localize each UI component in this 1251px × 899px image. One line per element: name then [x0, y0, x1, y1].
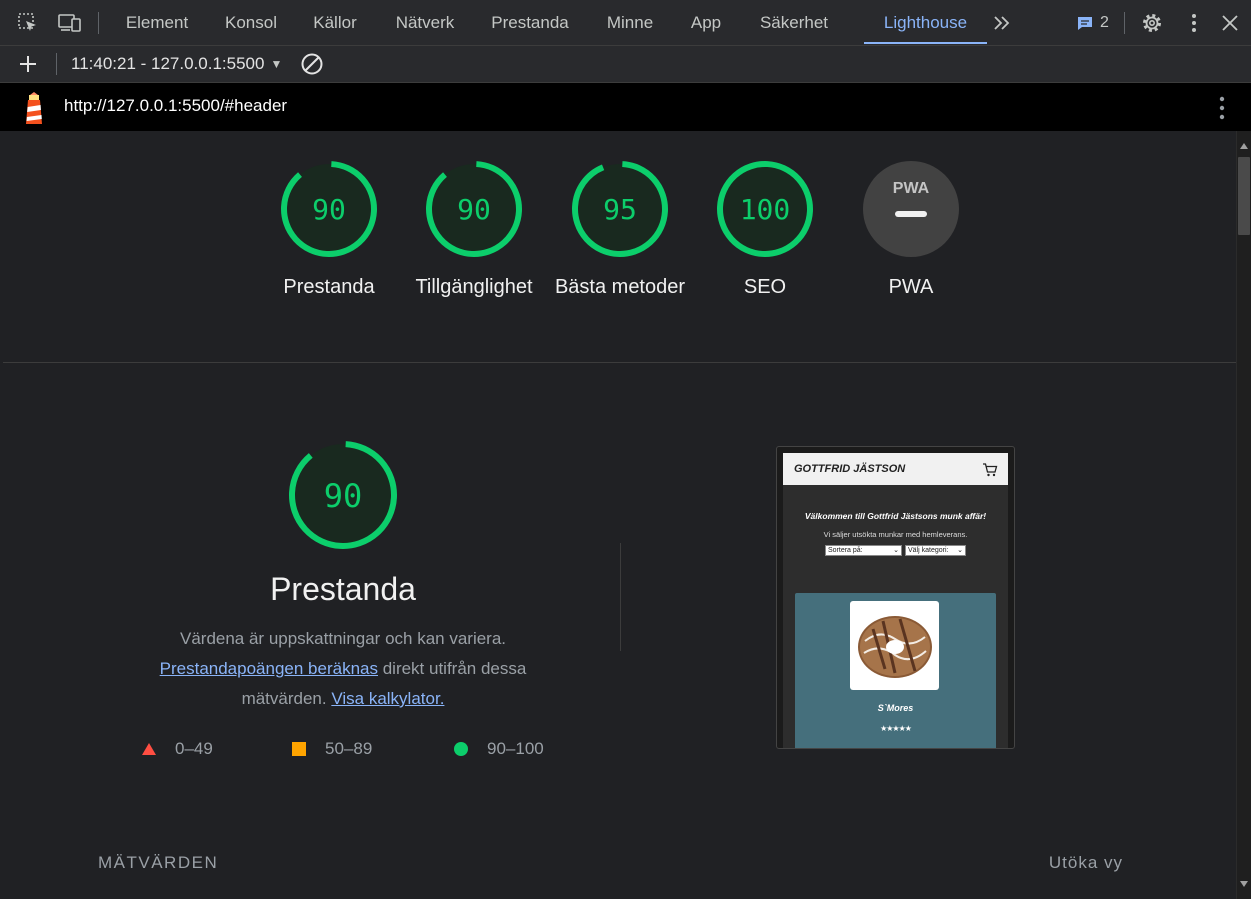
- tab-minne[interactable]: Minne: [593, 0, 667, 46]
- pwa-badge-text: PWA: [893, 180, 930, 197]
- clear-all-icon[interactable]: [300, 52, 324, 76]
- gauge-basta-metoder[interactable]: 95 Bästa metoder: [555, 160, 685, 302]
- screenshot-product-card: S`Mores ★★★★★: [795, 593, 996, 748]
- donut-picture: [857, 615, 932, 678]
- inspect-element-icon[interactable]: [16, 11, 40, 35]
- gauge-prestanda[interactable]: 90 Prestanda: [280, 160, 378, 302]
- device-toolbar-icon[interactable]: [58, 11, 82, 35]
- gauge-score: 90: [312, 193, 346, 226]
- issues-count: 2: [1100, 14, 1109, 31]
- score-ring: 90: [281, 161, 377, 257]
- new-report-plus-icon[interactable]: [16, 52, 40, 76]
- cart-icon: [983, 462, 998, 476]
- screenshot-sort-select: Sortera på: ⌄: [825, 545, 902, 556]
- legend-item-pass: 90–100: [453, 739, 544, 759]
- chevron-down-icon: ⌄: [957, 547, 963, 554]
- view-calculator-link[interactable]: Visa kalkylator.: [331, 689, 444, 708]
- scrollbar-thumb[interactable]: [1238, 157, 1250, 235]
- performance-gauge: 90: [288, 440, 398, 555]
- report-select[interactable]: 11:40:21 - 127.0.0.1:5500 ▼: [71, 54, 282, 74]
- tab-app[interactable]: App: [680, 0, 732, 46]
- legend-range: 50–89: [325, 739, 373, 758]
- square-icon: [292, 742, 306, 756]
- final-screenshot[interactable]: GOTTFRID JÄSTSON Välkommen till Gottfrid…: [776, 446, 1015, 749]
- screenshot-page: GOTTFRID JÄSTSON Välkommen till Gottfrid…: [783, 453, 1008, 748]
- gauge-pwa[interactable]: PWA PWA: [862, 160, 960, 302]
- close-icon[interactable]: [1218, 11, 1242, 35]
- gauge-tillganglighet[interactable]: 90 Tillgänglighet: [415, 160, 533, 302]
- scroll-up-icon[interactable]: [1240, 143, 1248, 149]
- more-options-icon[interactable]: [1182, 11, 1206, 35]
- report-toolbar: 11:40:21 - 127.0.0.1:5500 ▼: [0, 46, 1251, 83]
- pwa-badge-icon: PWA: [863, 161, 959, 257]
- toolbar-divider: [56, 53, 57, 75]
- settings-gear-icon[interactable]: [1140, 11, 1164, 35]
- report-menu-icon[interactable]: [1219, 96, 1225, 125]
- report-url-bar: http://127.0.0.1:5500/#header: [0, 83, 1251, 131]
- screenshot-subtitle: Vi säljer utsökta munkar med hemleverans…: [823, 530, 968, 539]
- chevron-down-icon: ▼: [270, 57, 283, 71]
- tab-element[interactable]: Element: [113, 0, 201, 46]
- gauge-label: SEO: [743, 276, 787, 298]
- gauge-score: 95: [603, 193, 637, 226]
- screenshot-product-stars: ★★★★★: [880, 724, 912, 733]
- tab-sakerhet[interactable]: Säkerhet: [746, 0, 842, 46]
- gauge-label: PWA: [888, 276, 934, 298]
- vertical-scrollbar[interactable]: [1236, 131, 1251, 899]
- more-tabs-icon[interactable]: [990, 11, 1014, 35]
- select-value: Sortera på:: [828, 547, 863, 554]
- report-url: http://127.0.0.1:5500/#header: [64, 96, 288, 115]
- score-ring: 100: [717, 161, 813, 257]
- message-icon: [1078, 17, 1092, 30]
- score-ring: 95: [572, 161, 668, 257]
- screenshot-category-select: Välj kategori: ⌄: [905, 545, 966, 556]
- score-ring: 90: [289, 440, 397, 549]
- section-divider: [3, 362, 1236, 363]
- screenshot-selects: Sortera på: ⌄ Välj kategori: ⌄: [783, 545, 1008, 556]
- legend-item-average: 50–89: [291, 739, 372, 759]
- toolbar-divider: [98, 12, 99, 34]
- screenshot-welcome: Välkommen till Gottfrid Jästsons munk af…: [804, 511, 987, 521]
- gauge-label: Prestanda: [283, 276, 375, 298]
- screenshot-header: GOTTFRID JÄSTSON: [783, 453, 1008, 485]
- triangle-icon: [142, 743, 156, 755]
- metrics-section-title: MÄTVÄRDEN: [98, 853, 219, 872]
- report-select-value: 11:40:21 - 127.0.0.1:5500: [71, 54, 265, 73]
- report-content: 90 Prestanda 90 Tillgänglighet 95 Bästa …: [3, 131, 1236, 899]
- gauge-label: Tillgänglighet: [415, 276, 533, 298]
- performance-title: Prestanda: [270, 571, 416, 607]
- select-value: Välj kategori:: [908, 547, 949, 554]
- description-text: Värdena är uppskattningar och kan varier…: [179, 629, 507, 648]
- tab-konsol[interactable]: Konsol: [212, 0, 290, 46]
- circle-icon: [454, 742, 468, 756]
- screenshot-product-name: S`Mores: [877, 703, 914, 713]
- lighthouse-logo-icon: [21, 91, 47, 130]
- chevron-down-icon: ⌄: [893, 547, 899, 554]
- gauge-label: Bästa metoder: [554, 276, 686, 298]
- vertical-divider: [620, 543, 621, 651]
- screenshot-brand: GOTTFRID JÄSTSON: [794, 463, 906, 475]
- legend-range: 90–100: [487, 739, 544, 758]
- issues-counter[interactable]: 2: [1076, 13, 1109, 33]
- legend-item-fail: 0–49: [141, 739, 213, 759]
- gauge-score: 100: [740, 193, 791, 226]
- performance-description: Värdena är uppskattningar och kan varier…: [143, 624, 543, 714]
- legend-range: 0–49: [175, 739, 213, 758]
- gauge-score: 90: [457, 193, 491, 226]
- expand-view-toggle[interactable]: Utöka vy: [1049, 853, 1123, 873]
- toolbar-divider: [1124, 12, 1125, 34]
- tab-natverk[interactable]: Nätverk: [381, 0, 469, 46]
- score-ring: 90: [426, 161, 522, 257]
- tab-kallor[interactable]: Källor: [300, 0, 370, 46]
- gauge-seo[interactable]: 100 SEO: [716, 160, 814, 302]
- tab-prestanda[interactable]: Prestanda: [480, 0, 580, 46]
- donut-image: [850, 601, 939, 690]
- devtools-tabbar: Element Konsol Källor Nätverk Prestanda …: [0, 0, 1251, 46]
- scroll-down-icon[interactable]: [1240, 881, 1248, 887]
- tab-lighthouse[interactable]: Lighthouse: [864, 0, 987, 46]
- performance-score: 90: [324, 477, 363, 515]
- score-calculation-link[interactable]: Prestandapoängen beräknas: [160, 659, 378, 678]
